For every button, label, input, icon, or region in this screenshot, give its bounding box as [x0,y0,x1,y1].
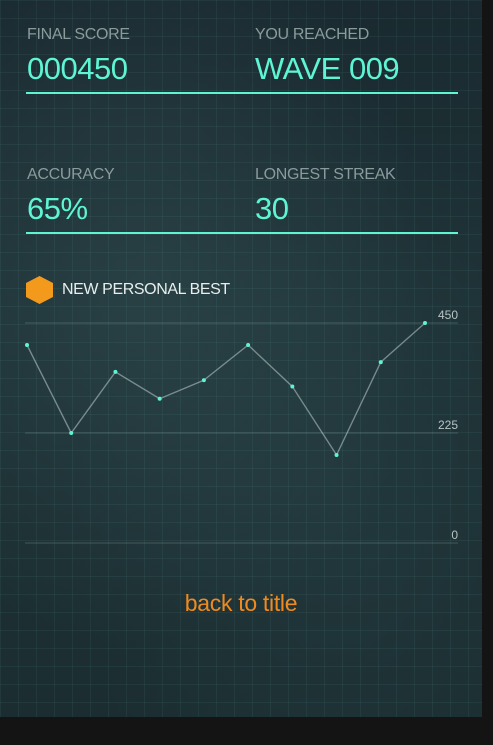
score-history-chart: 0 225 450 [25,308,458,544]
back-to-title-button[interactable]: back to title [0,590,482,617]
accuracy-value: 65% [27,191,88,226]
personal-best-label: NEW PERSONAL BEST [62,281,230,298]
wave-stat: YOU REACHED WAVE 009 [255,26,400,87]
streak-stat: LONGEST STREAK 30 [255,166,396,227]
data-point [113,369,118,374]
score-divider [26,92,458,94]
wave-value: WAVE 009 [255,51,400,86]
data-point [246,343,251,347]
y-tick-label: 225 [438,418,458,432]
y-tick-label: 450 [438,308,458,322]
data-point [201,378,206,383]
data-point [423,321,427,325]
final-score-value: 000450 [27,51,128,86]
wave-label: YOU REACHED [255,26,370,43]
data-point [69,431,74,435]
data-point [334,453,339,457]
score-series-line [26,322,426,457]
data-point [25,343,29,347]
data-point [378,360,383,365]
final-score-stat: FINAL SCORE 000450 [27,26,130,87]
streak-label: LONGEST STREAK [255,166,396,183]
stats-divider [26,232,458,234]
data-point [157,396,162,401]
data-point [290,384,295,389]
accuracy-label: ACCURACY [27,166,115,183]
game-over-panel: FINAL SCORE 000450 YOU REACHED WAVE 009 … [0,0,482,717]
final-score-label: FINAL SCORE [27,26,130,43]
accuracy-stat: ACCURACY 65% [27,166,115,227]
y-tick-label: 0 [451,528,458,542]
streak-value: 30 [255,191,289,226]
